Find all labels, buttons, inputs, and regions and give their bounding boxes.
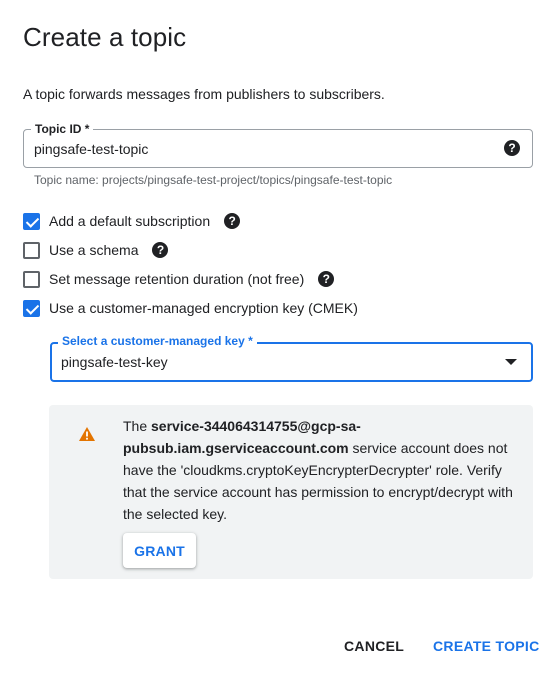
schema-label: Use a schema (49, 242, 139, 258)
cmek-option[interactable]: Use a customer-managed encryption key (C… (23, 298, 358, 318)
retention-checkbox[interactable] (23, 270, 40, 288)
help-icon[interactable]: ? (504, 140, 520, 156)
topic-id-field[interactable]: Topic ID * pingsafe-test-topic ? (23, 122, 533, 168)
default-subscription-label: Add a default subscription (49, 213, 211, 229)
default-subscription-option[interactable]: Add a default subscription ? (23, 211, 241, 231)
grant-button[interactable]: GRANT (123, 533, 196, 568)
dropdown-arrow-icon[interactable] (505, 359, 517, 365)
schema-checkbox[interactable] (23, 241, 40, 259)
help-icon[interactable]: ? (224, 213, 241, 229)
permission-warning: The service-344064314755@gcp-sa-pubsub.i… (49, 405, 533, 579)
default-subscription-checkbox[interactable] (23, 212, 40, 230)
schema-option[interactable]: Use a schema ? (23, 240, 169, 260)
topic-id-label: Topic ID * (31, 122, 94, 136)
retention-label: Set message retention duration (not free… (49, 271, 305, 287)
help-icon[interactable]: ? (152, 242, 169, 258)
cancel-button[interactable]: CANCEL (336, 630, 412, 662)
key-select-value[interactable]: pingsafe-test-key (61, 354, 168, 370)
retention-option[interactable]: Set message retention duration (not free… (23, 269, 335, 289)
customer-managed-key-select[interactable]: Select a customer-managed key * pingsafe… (50, 334, 533, 382)
topic-name-hint: Topic name: projects/pingsafe-test-proje… (34, 173, 393, 187)
create-topic-button[interactable]: CREATE TOPIC (425, 630, 548, 662)
warning-prefix: The (123, 418, 152, 434)
service-account-email: service-344064314755@gcp-sa-pubsub.iam.g… (123, 418, 361, 456)
warning-icon (79, 427, 95, 441)
topic-id-input[interactable]: pingsafe-test-topic (34, 141, 148, 157)
page-title: Create a topic (23, 22, 187, 52)
cmek-label: Use a customer-managed encryption key (C… (49, 300, 358, 316)
key-select-label: Select a customer-managed key * (58, 334, 257, 348)
warning-message: The service-344064314755@gcp-sa-pubsub.i… (123, 415, 517, 525)
page-description: A topic forwards messages from publisher… (23, 86, 385, 102)
help-icon[interactable]: ? (318, 271, 335, 287)
cmek-checkbox[interactable] (23, 299, 40, 317)
